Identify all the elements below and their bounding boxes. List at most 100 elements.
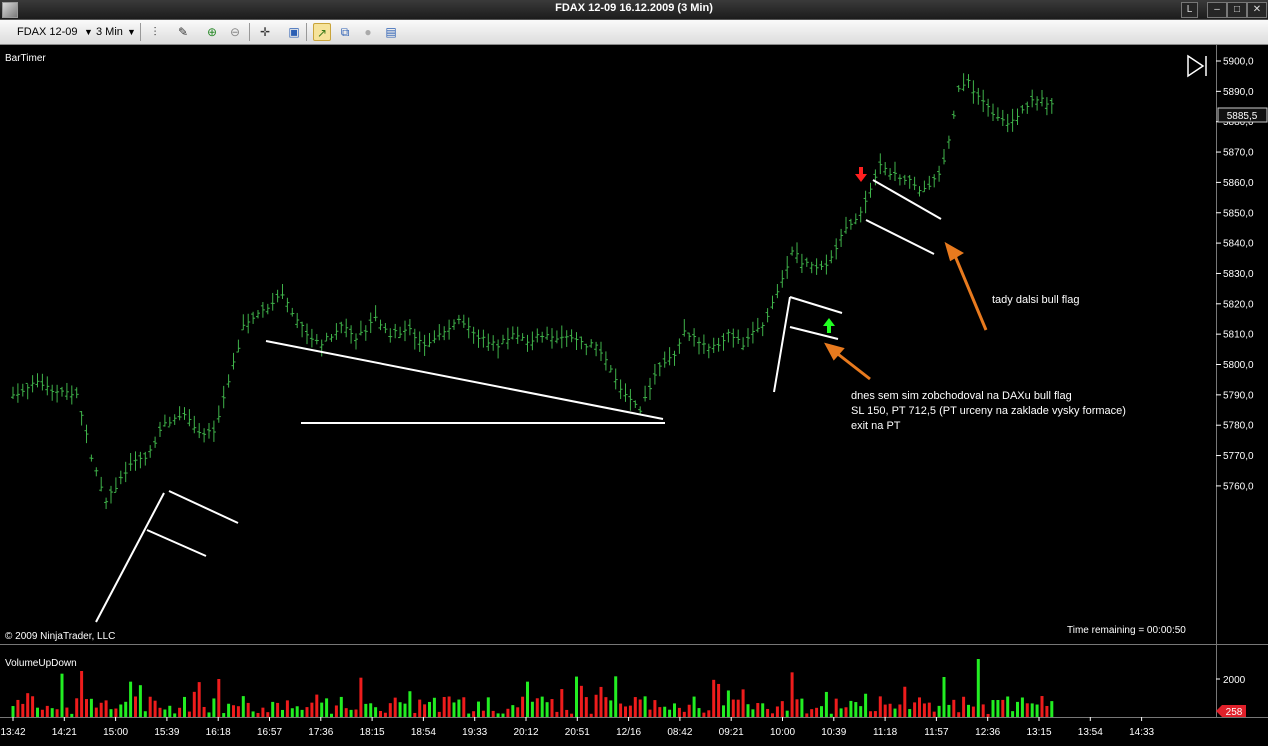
volume-bar	[457, 699, 461, 717]
volume-bar	[202, 706, 206, 717]
volume-bar	[393, 697, 397, 717]
volume-bar	[903, 686, 907, 717]
link-button[interactable]: L	[1181, 2, 1198, 18]
last-price-label: 5885,5	[1227, 111, 1258, 122]
annotation-text: SL 150, PT 712,5 (PT urceny na zaklade v…	[851, 405, 1126, 417]
volume-bar	[922, 703, 926, 717]
volume-bar	[432, 697, 436, 717]
volume-bar	[947, 704, 951, 717]
volume-bar	[712, 679, 716, 717]
volume-bar	[1030, 703, 1034, 717]
indicators-icon[interactable]: ↗	[313, 23, 331, 41]
volume-bar	[506, 708, 510, 717]
volume-bar	[369, 703, 373, 717]
zoom-in-icon[interactable]: ⊕	[203, 23, 221, 41]
volume-bar	[212, 698, 216, 717]
volume-bar	[168, 705, 172, 717]
interval-selector[interactable]: 3 Min	[96, 24, 123, 40]
volume-bar	[148, 696, 152, 717]
volume-bar	[746, 704, 750, 717]
volume-bar	[197, 682, 201, 717]
volume-bar	[540, 696, 544, 717]
maximize-button[interactable]: □	[1227, 2, 1247, 18]
volume-bar	[310, 702, 314, 717]
close-button[interactable]: ✕	[1247, 2, 1267, 18]
volume-bar	[643, 696, 647, 717]
volume-bar	[472, 711, 476, 717]
volume-indicator-label: VolumeUpDown	[5, 658, 77, 669]
volume-bar	[707, 710, 711, 717]
annotation-text: exit na PT	[851, 420, 901, 432]
chevron-down-icon[interactable]: ▼	[127, 24, 136, 40]
chart-list-icon[interactable]: ▤	[382, 23, 400, 41]
chart-area[interactable]: 5900,0 5890,0 5880,0 5870,0 5860,0 5850,0 5840…	[0, 45, 1268, 741]
zoom-out-icon[interactable]: ⊖	[226, 23, 244, 41]
volume-bar	[927, 702, 931, 717]
volume-bar	[276, 702, 280, 717]
volume-bar	[344, 708, 348, 717]
volume-bar	[971, 706, 975, 717]
volume-bar	[227, 703, 231, 717]
volume-bar	[94, 707, 98, 717]
volume-bar	[1045, 705, 1049, 717]
volume-bar	[114, 708, 118, 717]
volume-bar	[354, 709, 358, 717]
volume-bar	[839, 708, 843, 717]
volume-bar	[579, 685, 583, 717]
volume-bar	[692, 696, 696, 717]
data-box-icon[interactable]: ●	[359, 23, 377, 41]
instrument-selector[interactable]: FDAX 12-09	[17, 24, 78, 40]
y-tick-label: 5780,0	[1223, 421, 1254, 432]
volume-bar	[599, 686, 603, 717]
minimize-button[interactable]: –	[1207, 2, 1227, 18]
y-tick-label: 5800,0	[1223, 360, 1254, 371]
volume-bar	[158, 707, 162, 717]
volume-bar	[99, 702, 103, 717]
volume-bar	[89, 698, 93, 717]
volume-bar	[594, 694, 598, 717]
volume-bar	[535, 698, 539, 717]
x-tick-label: 08:42	[667, 727, 692, 738]
volume-bar	[45, 705, 49, 717]
volume-bar	[844, 707, 848, 717]
x-tick-label: 16:57	[257, 727, 282, 738]
volume-bar	[854, 702, 858, 717]
y-tick-label: 5870,0	[1223, 148, 1254, 159]
volume-bar	[119, 704, 123, 717]
volume-bar	[143, 711, 147, 717]
volume-bar	[173, 713, 177, 717]
volume-bar	[653, 700, 657, 717]
x-tick-label: 13:42	[0, 727, 25, 738]
strategies-icon[interactable]: ⧉	[336, 23, 354, 41]
volume-bar	[423, 704, 427, 717]
volume-bar	[1050, 701, 1054, 717]
volume-bar	[217, 679, 221, 717]
volume-bar	[859, 706, 863, 717]
volume-bar	[697, 708, 701, 717]
properties-icon[interactable]: ▣	[285, 23, 303, 41]
volume-bar	[222, 713, 226, 717]
volume-bar	[374, 707, 378, 717]
volume-bar	[408, 691, 412, 717]
volume-bar	[937, 705, 941, 717]
volume-bar	[511, 705, 515, 717]
volume-bar	[771, 713, 774, 717]
volume-bar	[888, 703, 892, 717]
x-tick-label: 10:00	[770, 727, 795, 738]
x-tick-label: 19:33	[462, 727, 487, 738]
volume-bar	[428, 701, 431, 717]
volume-bar	[477, 701, 480, 717]
x-tick-label: 18:15	[360, 727, 385, 738]
bar-type-icon[interactable]: ⫶	[146, 23, 164, 41]
x-tick-label: 11:18	[873, 727, 898, 738]
volume-bar	[722, 705, 725, 717]
y-tick-label: 5860,0	[1223, 178, 1254, 189]
volume-bar	[555, 711, 559, 717]
volume-bar	[256, 712, 260, 717]
volume-bar	[207, 712, 211, 717]
chevron-down-icon[interactable]: ▼	[84, 24, 93, 40]
crosshair-icon[interactable]: ✛	[256, 23, 274, 41]
copyright-label: © 2009 NinjaTrader, LLC	[5, 631, 115, 642]
volume-bar	[962, 696, 966, 717]
draw-pen-icon[interactable]: ✎	[174, 23, 192, 41]
